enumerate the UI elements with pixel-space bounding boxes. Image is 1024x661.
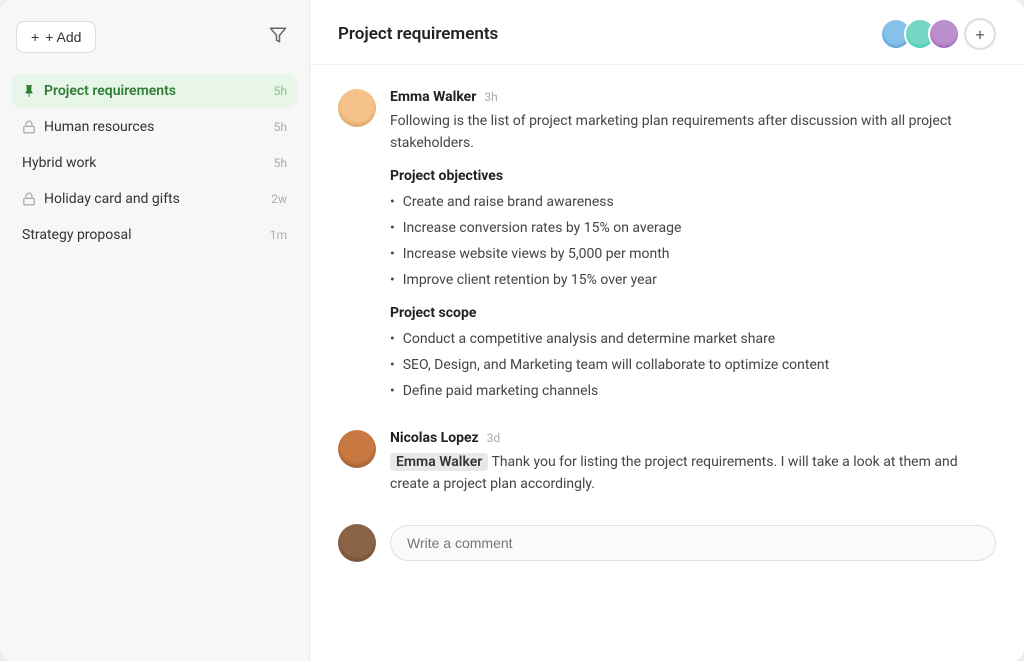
section-heading: Project objectives [390,168,996,184]
comment-text-nicolas: Emma Walker Thank you for listing the pr… [390,452,996,495]
add-button[interactable]: + + Add [16,21,96,53]
sidebar-item-label: Strategy proposal [22,227,262,243]
sidebar-item-label: Project requirements [44,83,266,99]
add-member-button[interactable]: + [964,18,996,50]
add-icon: + [31,29,39,45]
avatar-self [338,524,376,562]
comment-nicolas: Nicolas Lopez 3d Emma Walker Thank you f… [338,430,996,495]
section-scope: Project scope Conduct a competitive anal… [390,305,996,402]
sidebar-item-time: 1m [270,228,287,242]
comment-body-emma: Emma Walker 3h Following is the list of … [390,89,996,402]
section-objectives: Project objectives Create and raise bran… [390,168,996,291]
sidebar-item-holiday-card[interactable]: Holiday card and gifts 2w [12,182,297,216]
page-title: Project requirements [338,24,498,44]
nav-items: Project requirements 5h Human resources … [12,74,297,252]
comment-input-block [338,524,996,562]
comment-input[interactable] [390,525,996,561]
list-item: Conduct a competitive analysis and deter… [390,329,996,350]
avatar-emma [338,89,376,127]
list-item: SEO, Design, and Marketing team will col… [390,355,996,376]
comment-author: Nicolas Lopez [390,430,479,446]
objectives-list: Create and raise brand awareness Increas… [390,192,996,291]
sidebar-item-human-resources[interactable]: Human resources 5h [12,110,297,144]
sidebar-item-label: Human resources [44,119,266,135]
pin-icon [22,84,36,98]
sidebar: + + Add Project requirements 5h [0,0,310,661]
main-content: Emma Walker 3h Following is the list of … [310,65,1024,661]
section-heading: Project scope [390,305,996,321]
list-item: Define paid marketing channels [390,381,996,402]
lock-icon [22,192,36,206]
comment-time: 3d [487,431,501,445]
comment-author: Emma Walker [390,89,476,105]
list-item: Increase conversion rates by 15% on aver… [390,218,996,239]
sidebar-item-project-requirements[interactable]: Project requirements 5h [12,74,297,108]
comment-body-nicolas: Nicolas Lopez 3d Emma Walker Thank you f… [390,430,996,495]
sidebar-item-label: Hybrid work [22,155,266,171]
avatar-group: + [880,18,996,50]
sidebar-item-time: 5h [274,84,287,98]
avatar-3 [928,18,960,50]
sidebar-item-label: Holiday card and gifts [44,191,263,207]
sidebar-item-time: 5h [274,156,287,170]
avatar-nicolas [338,430,376,468]
comment-time: 3h [484,90,497,104]
app-container: + + Add Project requirements 5h [0,0,1024,661]
list-item: Increase website views by 5,000 per mont… [390,244,996,265]
scope-list: Conduct a competitive analysis and deter… [390,329,996,402]
add-label: + Add [45,29,81,45]
comment-header-nicolas: Nicolas Lopez 3d [390,430,996,446]
comment-header-emma: Emma Walker 3h [390,89,996,105]
comment-intro: Following is the list of project marketi… [390,111,996,154]
lock-icon [22,120,36,134]
main-panel: Project requirements + Emma Walker 3h F [310,0,1024,661]
sidebar-header: + + Add [12,20,297,54]
sidebar-item-strategy-proposal[interactable]: Strategy proposal 1m [12,218,297,252]
filter-icon[interactable] [263,20,293,54]
mention-tag: Emma Walker [390,453,488,471]
sidebar-item-time: 5h [274,120,287,134]
list-item: Create and raise brand awareness [390,192,996,213]
sidebar-item-time: 2w [271,192,287,206]
list-item: Improve client retention by 15% over yea… [390,270,996,291]
comment-emma: Emma Walker 3h Following is the list of … [338,89,996,402]
main-header: Project requirements + [310,0,1024,65]
sidebar-item-hybrid-work[interactable]: Hybrid work 5h [12,146,297,180]
